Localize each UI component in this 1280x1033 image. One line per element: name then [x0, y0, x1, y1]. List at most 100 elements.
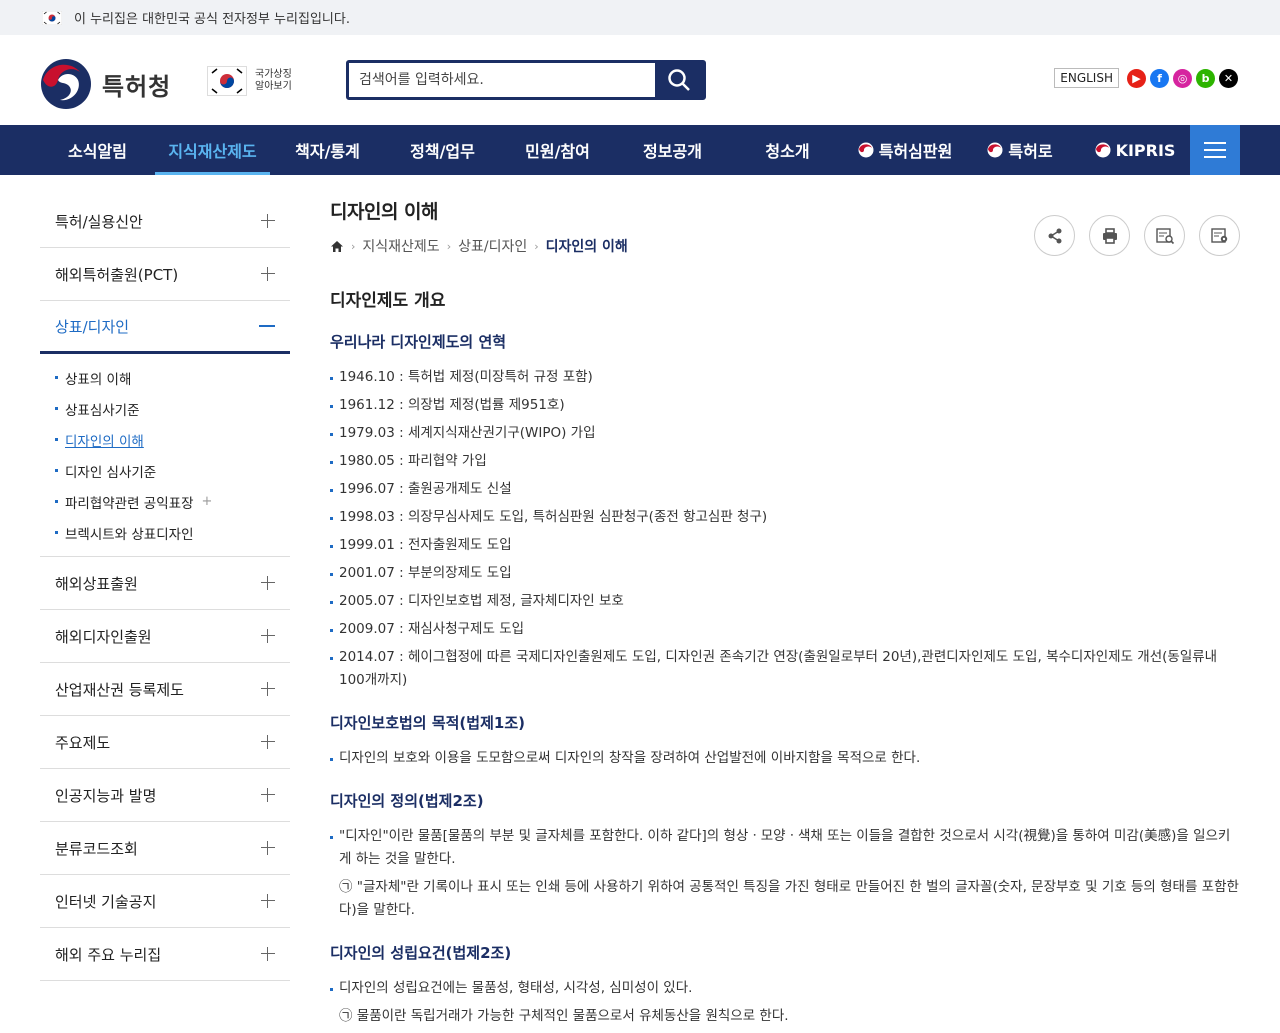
print-button[interactable] — [1089, 215, 1130, 256]
minus-icon — [259, 319, 275, 333]
search-input[interactable] — [349, 63, 655, 97]
subsection-title: 디자인보호법의 목적(법제1조) — [330, 714, 525, 732]
korea-flag-icon — [207, 66, 247, 96]
plus-icon — [261, 841, 275, 855]
nav-item-policy[interactable]: 정책/업무 — [385, 125, 500, 175]
sidebar-item[interactable]: 주요제도 — [40, 716, 290, 769]
sidebar-item[interactable]: 분류코드조회 — [40, 822, 290, 875]
submenu-item[interactable]: 디자인 심사기준 — [55, 455, 290, 486]
sidebar-item[interactable]: 인터넷 기술공지 — [40, 875, 290, 928]
list-item: 1998.03 : 의장무심사제도 도입, 특허심판원 심판청구(종전 항고심판… — [330, 506, 1240, 529]
blog-icon[interactable]: b — [1196, 68, 1215, 88]
plus-icon — [261, 267, 275, 281]
list-item: 2014.07 : 헤이그협정에 따른 국제디자인출원제도 도입, 디자인권 존… — [330, 646, 1240, 692]
symbol-text-2: 알아보기 — [255, 81, 292, 92]
page-tools — [1034, 215, 1240, 256]
instagram-icon[interactable]: ◎ — [1173, 68, 1192, 88]
search-icon — [668, 69, 690, 91]
nav-item-civil[interactable]: 민원/참여 — [500, 125, 615, 175]
plus-icon — [261, 735, 275, 749]
sidebar: 특허/실용신안 해외특허출원(PCT) 상표/디자인 상표의 이해 상표심사기준… — [40, 195, 290, 981]
settings-button[interactable] — [1199, 215, 1240, 256]
sidebar-item[interactable]: 해외 주요 누리집 — [40, 928, 290, 981]
plus-icon: + — [201, 494, 213, 509]
subsection-title: 디자인의 성립요건(법제2조) — [330, 944, 512, 962]
document-settings-icon — [1210, 227, 1227, 243]
note-item: ㉠ 물품이란 독립거래가 가능한 구체적인 물품으로서 유체동산을 원칙으로 한… — [339, 1008, 789, 1024]
breadcrumb-item[interactable]: 지식재산제도 — [362, 236, 439, 256]
print-icon — [1102, 227, 1117, 244]
submenu-item-current[interactable]: 디자인의 이해 — [55, 424, 290, 455]
gov-banner: 이 누리집은 대한민국 공식 전자정부 누리집입니다. — [0, 0, 1280, 35]
list-item: 1961.12 : 의장법 제정(법률 제951호) — [330, 394, 1240, 417]
list-item: 2005.07 : 디자인보호법 제정, 글자체디자인 보호 — [330, 590, 1240, 613]
kipo-logo-icon — [987, 142, 1003, 158]
main-navigation: 소식알림 지식재산제도 책자/통계 정책/업무 민원/참여 정보공개 청소개 특… — [0, 125, 1280, 175]
note-item: ㉠ "글자체"란 기록이나 표시 또는 인쇄 등에 사용하기 위하여 공통적인 … — [339, 879, 1239, 918]
section-heading: 디자인제도 개요 — [330, 291, 446, 311]
list-item: "디자인"이란 물품[물품의 부분 및 글자체를 포함한다. 이하 같다]의 형… — [330, 825, 1240, 871]
search-button[interactable] — [655, 63, 703, 97]
main-content: 디자인의 이해 › 지식재산제도 › 상표/디자인 › 디자인의 이해 디자인제… — [330, 197, 1240, 1033]
hamburger-icon — [1204, 142, 1226, 144]
submenu-item[interactable]: 상표의 이해 — [55, 362, 290, 393]
view-button[interactable] — [1144, 215, 1185, 256]
share-icon — [1048, 228, 1061, 243]
nav-item-kipris[interactable]: KIPRIS — [1075, 125, 1195, 175]
sidebar-submenu: 상표의 이해 상표심사기준 디자인의 이해 디자인 심사기준 파리협약관련 공익… — [40, 354, 290, 557]
list-item: 디자인의 성립요건에는 물품성, 형태성, 시각성, 심미성이 있다. — [330, 977, 1240, 1000]
list-item: 2009.07 : 재심사청구제도 도입 — [330, 618, 1240, 641]
submenu-item[interactable]: 상표심사기준 — [55, 393, 290, 424]
list-item: 1979.03 : 세계지식재산권기구(WIPO) 가입 — [330, 422, 1240, 445]
breadcrumb-current: 디자인의 이해 — [545, 239, 628, 255]
plus-icon — [261, 894, 275, 908]
list-item: 디자인의 보호와 이용을 도모함으로써 디자인의 창작을 장려하여 산업발전에 … — [330, 747, 1240, 770]
nav-item-patent-net[interactable]: 특허로 — [965, 125, 1075, 175]
nav-item-news[interactable]: 소식알림 — [40, 125, 155, 175]
site-logo[interactable]: 특허청 — [40, 58, 171, 110]
plus-icon — [261, 214, 275, 228]
korea-flag-icon — [41, 10, 63, 25]
breadcrumb-item[interactable]: 상표/디자인 — [458, 236, 527, 256]
plus-icon — [261, 576, 275, 590]
nav-item-trial-board[interactable]: 특허심판원 — [845, 125, 965, 175]
sidebar-item-patent[interactable]: 특허/실용신안 — [40, 195, 290, 248]
sidebar-item[interactable]: 인공지능과 발명 — [40, 769, 290, 822]
sidebar-item-pct[interactable]: 해외특허출원(PCT) — [40, 248, 290, 301]
nav-item-ip-system[interactable]: 지식재산제도 — [155, 125, 270, 175]
all-menu-button[interactable] — [1190, 125, 1240, 175]
symbol-text-1: 국가상징 — [255, 69, 292, 80]
list-item: 1946.10 : 특허법 제정(미장특허 규정 포함) — [330, 366, 1240, 389]
x-twitter-icon[interactable]: ✕ — [1219, 68, 1238, 88]
list-item: 1996.07 : 출원공개제도 신설 — [330, 478, 1240, 501]
home-icon[interactable] — [330, 240, 344, 253]
kipo-logo-icon — [858, 142, 874, 158]
national-symbol-link[interactable]: 국가상징 알아보기 — [207, 66, 292, 96]
org-name: 특허청 — [102, 72, 172, 101]
plus-icon — [261, 947, 275, 961]
sidebar-item[interactable]: 해외디자인출원 — [40, 610, 290, 663]
english-link[interactable]: ENGLISH — [1054, 68, 1119, 88]
sidebar-item[interactable]: 해외상표출원 — [40, 557, 290, 610]
site-header: 특허청 국가상징 알아보기 ENGLISH ▶ f ◎ b ✕ — [0, 35, 1280, 125]
submenu-item[interactable]: 파리협약관련 공익표장 + — [55, 486, 290, 517]
facebook-icon[interactable]: f — [1150, 68, 1169, 88]
list-item: 2001.07 : 부분의장제도 도입 — [330, 562, 1240, 585]
nav-item-publications[interactable]: 책자/통계 — [270, 125, 385, 175]
youtube-icon[interactable]: ▶ — [1127, 68, 1146, 88]
document-search-icon — [1155, 227, 1174, 244]
subsection-title: 우리나라 디자인제도의 연혁 — [330, 333, 507, 351]
search-box — [346, 60, 706, 100]
sidebar-item[interactable]: 산업재산권 등록제도 — [40, 663, 290, 716]
kipo-logo-icon — [1095, 142, 1111, 158]
plus-icon — [261, 788, 275, 802]
sidebar-item-trademark-design[interactable]: 상표/디자인 — [40, 301, 290, 354]
submenu-item[interactable]: 브렉시트와 상표디자인 — [55, 517, 290, 548]
nav-item-disclosure[interactable]: 정보공개 — [615, 125, 730, 175]
list-item: 1999.01 : 전자출원제도 도입 — [330, 534, 1240, 557]
plus-icon — [261, 682, 275, 696]
plus-icon — [261, 629, 275, 643]
gov-banner-text: 이 누리집은 대한민국 공식 전자정부 누리집입니다. — [74, 12, 350, 27]
share-button[interactable] — [1034, 215, 1075, 256]
nav-item-about[interactable]: 청소개 — [730, 125, 845, 175]
